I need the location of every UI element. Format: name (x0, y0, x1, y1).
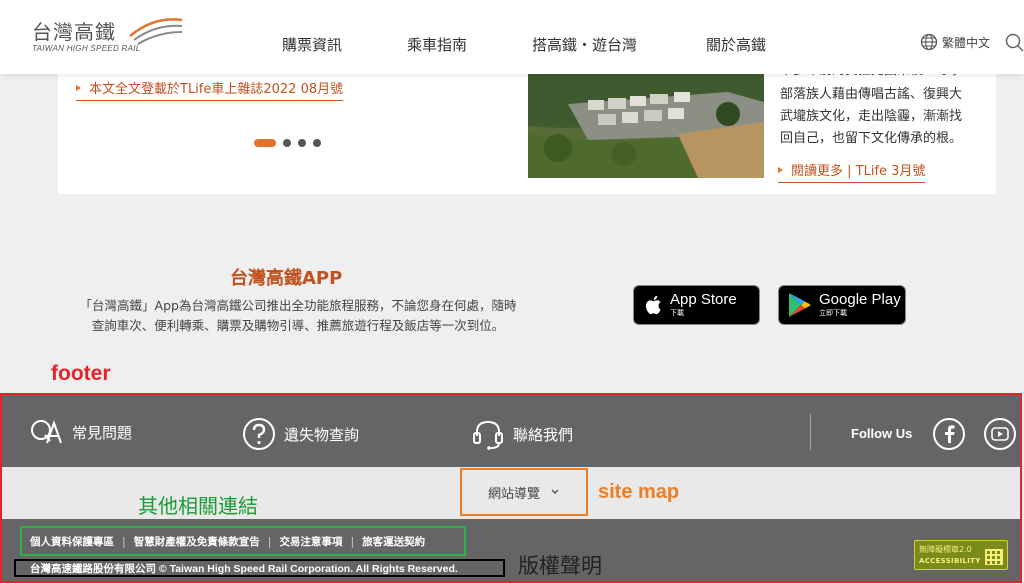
link-separator: | (122, 534, 126, 548)
language-label: 繁體中文 (942, 35, 991, 50)
google-play-button[interactable]: Google Play 立即下載 (778, 285, 906, 325)
facebook-button[interactable] (933, 418, 965, 450)
app-store-sublabel: 下載 (670, 309, 684, 317)
facebook-icon (945, 425, 955, 443)
annotation-related-links-label: 其他相關連結 (138, 494, 258, 518)
link-separator: | (267, 534, 272, 548)
article-source-link[interactable]: 本文全文登載於TLife車上雜誌2022 08月號 (76, 78, 344, 101)
triangle-bullet-icon (778, 167, 783, 173)
accessibility-badge[interactable]: 無障礙標章2.0 ACCESSIBILITY (914, 540, 1008, 570)
privacy-link[interactable]: 個人資料保護專區 (30, 534, 114, 549)
faq-link[interactable]: 常見問題 (30, 417, 132, 447)
nav-about[interactable]: 關於高鐵 (706, 34, 766, 55)
accessibility-badge-title: 無障礙標章2.0 (919, 545, 972, 554)
triangle-bullet-icon (76, 85, 81, 91)
story-line: 武壠族文化，走出陰霾，漸漸找 (780, 109, 963, 124)
copyright-notice: 台灣高速鐵路股份有限公司 © Taiwan High Speed Rail Co… (14, 559, 505, 577)
youtube-icon (991, 427, 1009, 441)
app-store-label: App Store (670, 291, 737, 308)
annotation-copyright-label: 版權聲明 (518, 554, 602, 578)
google-play-label: Google Play (819, 291, 901, 308)
nav-ticket-info[interactable]: 購票資訊 (282, 34, 342, 55)
qa-icon (31, 419, 62, 444)
logo-swoosh-icon (129, 18, 183, 45)
carousel-dot[interactable] (283, 139, 291, 147)
carriage-contract-link[interactable]: 旅客運送契約 (362, 534, 425, 549)
carousel-dot[interactable] (313, 139, 321, 147)
article-source-text: 本文全文登載於TLife車上雜誌2022 08月號 (89, 82, 344, 97)
ip-disclaimer-link[interactable]: 智慧財產權及免責條款宣告 (134, 534, 260, 549)
contact-link[interactable]: 聯絡我們 (471, 417, 573, 451)
lost-found-label: 遺失物查詢 (284, 425, 360, 444)
app-description: 「台灣高鐵」App為台灣高鐵公司推出全功能旅程服務，不論您身在何處，隨時 查詢車… (58, 296, 538, 336)
app-description-line: 「台灣高鐵」App為台灣高鐵公司推出全功能旅程服務，不論您身在何處，隨時 (79, 298, 517, 313)
question-circle-icon (243, 418, 275, 450)
search-icon[interactable] (1004, 32, 1024, 52)
language-switcher[interactable]: 繁體中文 (920, 33, 990, 51)
app-description-line: 查詢車次、便利轉乘、購票及購物引導、推薦旅遊行程及飯店等一次到位。 (91, 318, 505, 333)
nav-travel-taiwan[interactable]: 搭高鐵・遊台灣 (532, 34, 637, 55)
story-text: 卡多年前的異拉先國來校一等事 部落族人藉由傳唱古謠、復興大 武壠族文化，走出陰霾… (780, 66, 980, 150)
story-line: 部落族人藉由傳唱古謠、復興大 (780, 87, 963, 102)
nav-travel-guide[interactable]: 乘車指南 (407, 34, 467, 55)
accessibility-badge-text: ACCESSIBILITY (919, 557, 981, 565)
carousel-pager (254, 139, 321, 147)
story-line: 回自己，也留下文化傳承的根。 (780, 131, 963, 146)
annotation-sitemap-label: site map (598, 481, 680, 503)
carousel-dot[interactable] (298, 139, 306, 147)
faq-label: 常見問題 (72, 423, 133, 442)
thsr-logo[interactable]: 台灣高鐵 TAIWAN HIGH SPEED RAIL (32, 14, 192, 58)
sitemap-label: 網站導覽 (487, 486, 540, 502)
apple-icon (645, 295, 661, 315)
related-links-group: 個人資料保護專區 | 智慧財產權及免責條款宣告 | 交易注意事項 | 旅客運送契… (20, 526, 466, 556)
village-photo (528, 74, 764, 178)
transaction-notes-link[interactable]: 交易注意事項 (279, 534, 342, 549)
logo-chinese-text: 台灣高鐵 (32, 20, 116, 44)
lost-found-link[interactable]: 遺失物查詢 (242, 417, 359, 451)
read-more-text: 閱讀更多 | TLife 3月號 (791, 164, 926, 179)
footer-divider (810, 414, 811, 450)
globe-icon (920, 33, 938, 51)
youtube-button[interactable] (984, 418, 1016, 450)
app-store-button[interactable]: App Store 下載 (633, 285, 760, 325)
site-header: 台灣高鐵 TAIWAN HIGH SPEED RAIL 購票資訊 乘車指南 搭高… (0, 0, 1024, 74)
read-more-link[interactable]: 閱讀更多 | TLife 3月號 (778, 160, 926, 183)
carousel-dot-active[interactable] (254, 139, 276, 147)
sitemap-toggle[interactable]: 網站導覽 (460, 468, 588, 516)
contact-label: 聯絡我們 (513, 425, 574, 444)
app-section-title: 台灣高鐵APP (230, 268, 343, 289)
accessibility-grid-icon (985, 549, 1003, 565)
chevron-down-icon (551, 489, 559, 494)
link-separator: | (350, 534, 355, 548)
headset-icon (473, 420, 503, 450)
annotation-footer-label: footer (51, 362, 111, 385)
google-play-sublabel: 立即下載 (819, 309, 847, 317)
follow-us-label: Follow Us (851, 426, 913, 441)
google-play-icon (789, 293, 811, 317)
